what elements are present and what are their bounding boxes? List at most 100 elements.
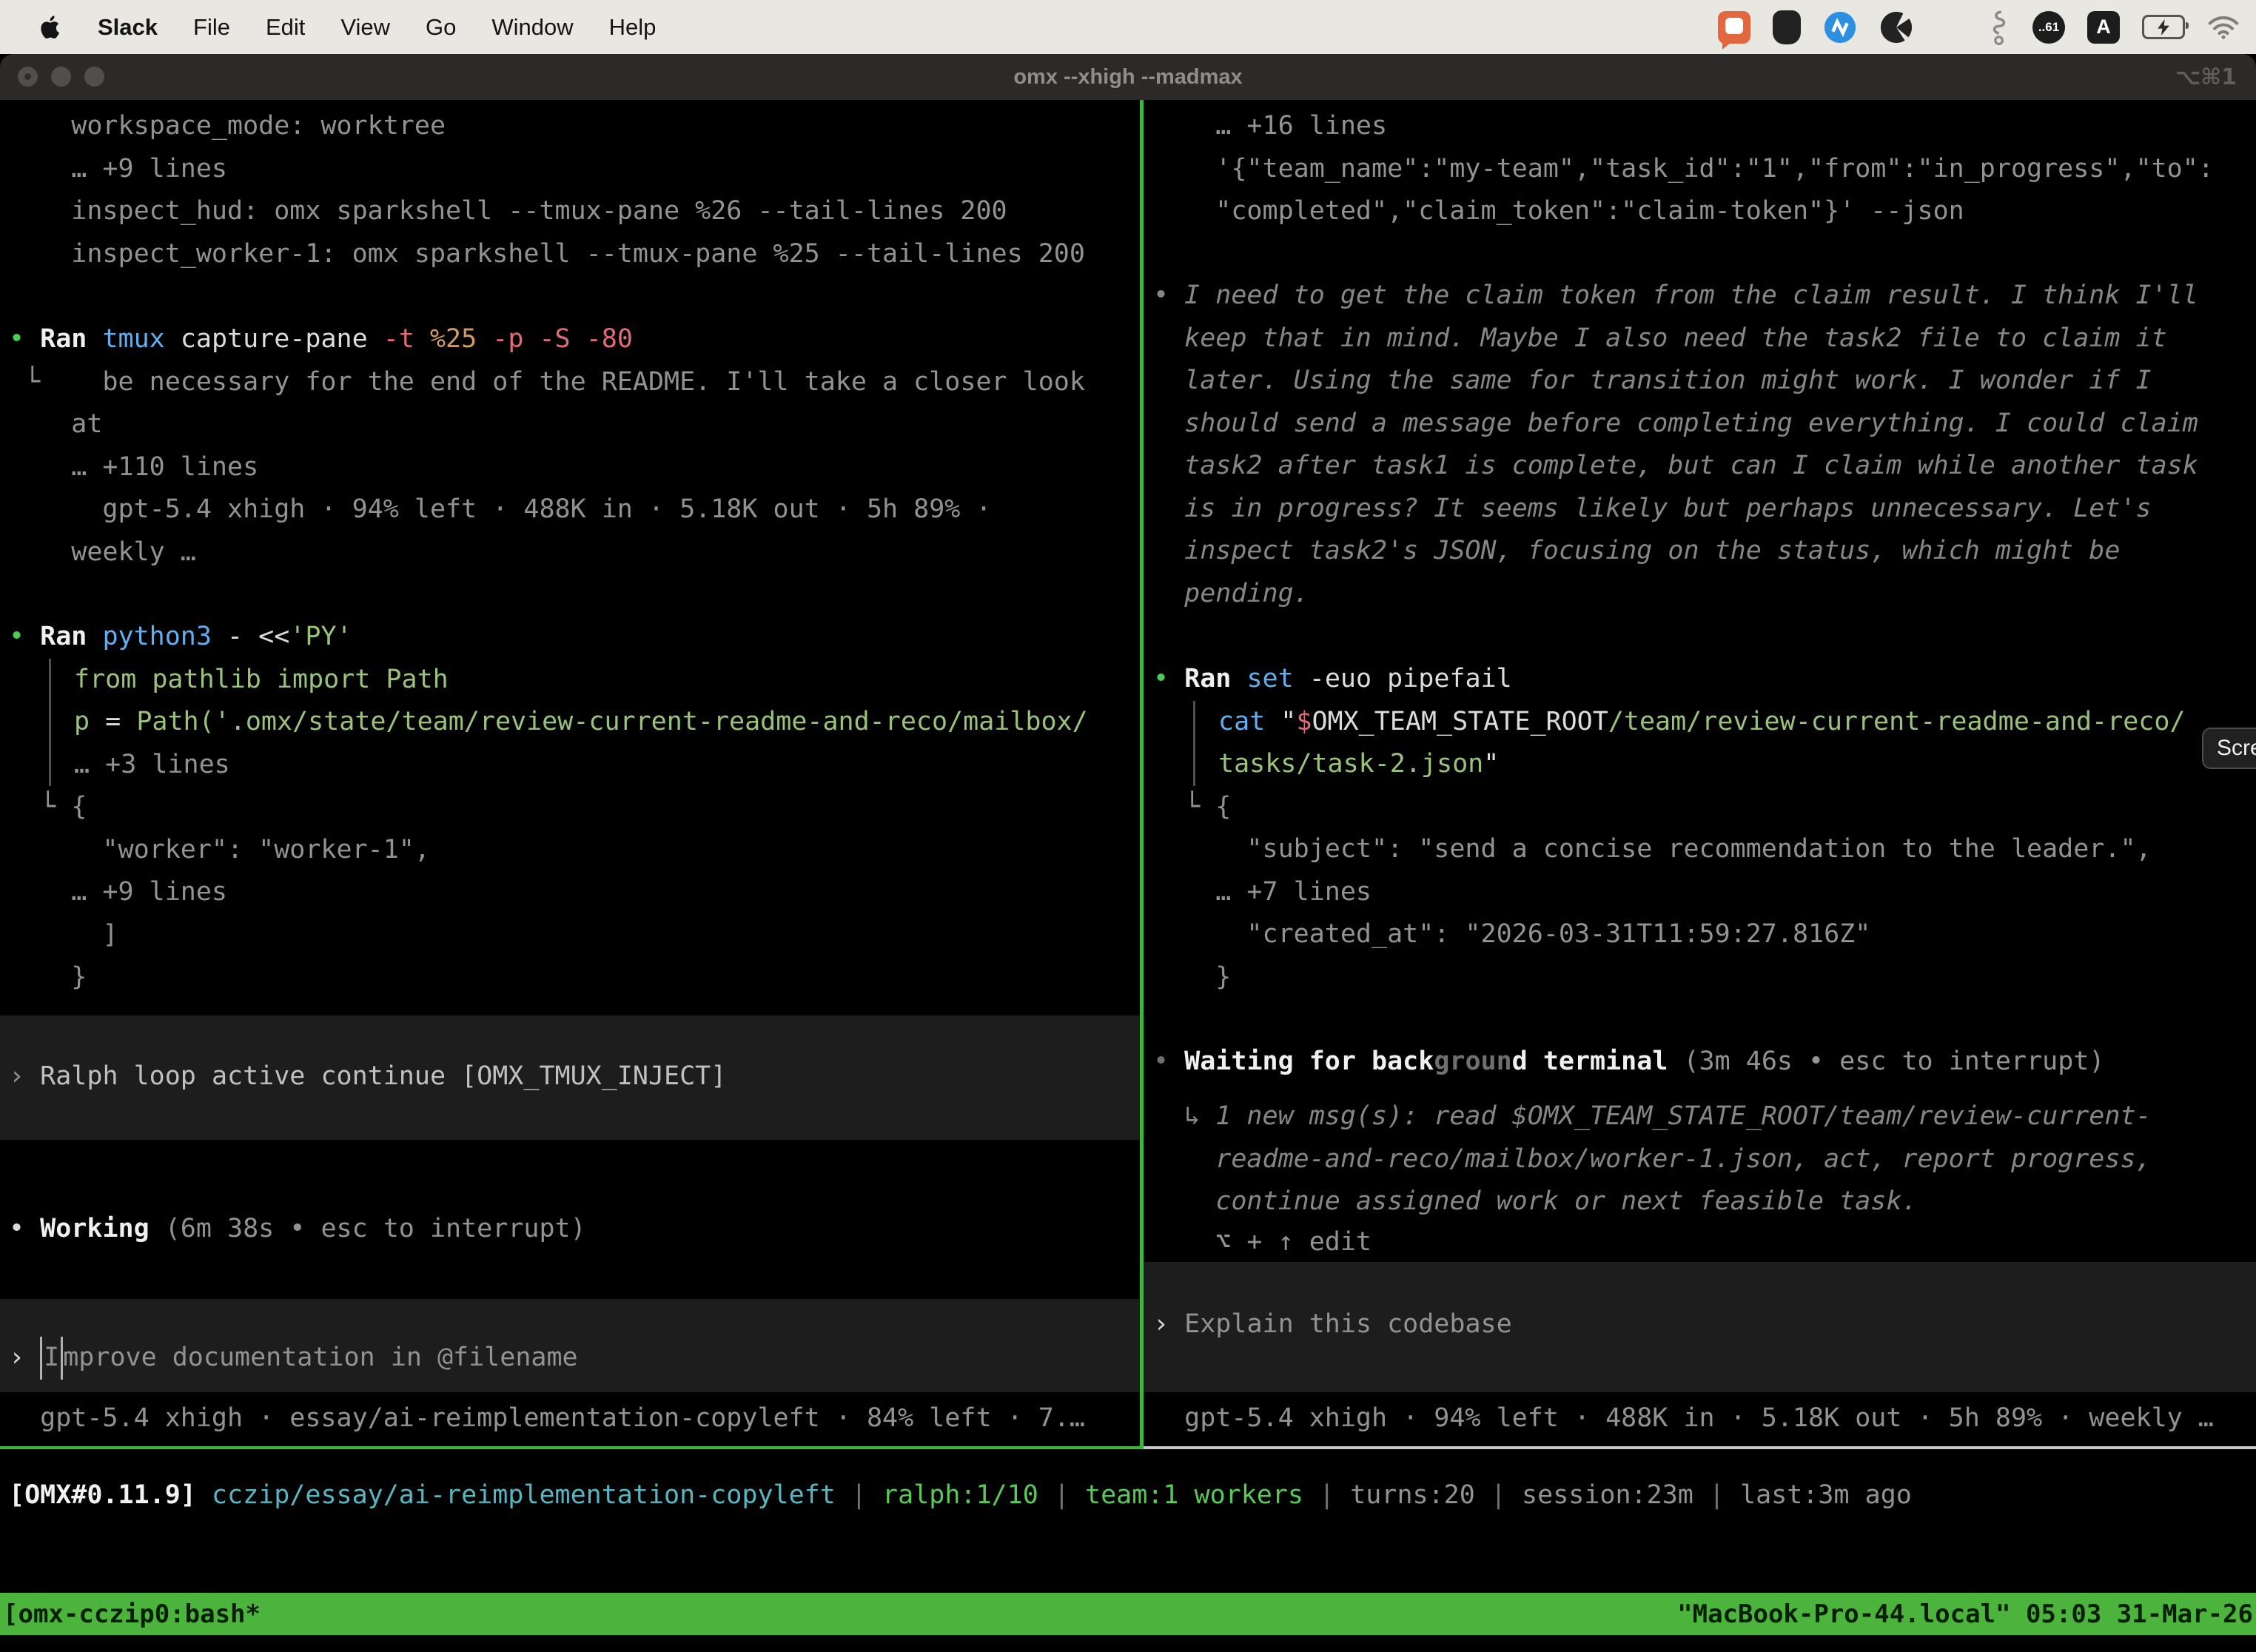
prompt-chevron: › [9,1343,40,1372]
thinking-line: task2 after task1 is complete, but can I… [1153,445,2255,488]
code-line: tasks/task-2.json" [1218,743,2255,786]
command-output: weekly … [9,531,1137,574]
prompt-chevron: › [1153,1309,1184,1339]
command-output: gpt-5.4 xhigh · 94% left · 488K in · 5.1… [9,488,1137,531]
code-line: from pathlib import Path [74,659,1137,702]
keypad-shield-icon[interactable] [1773,10,1801,44]
chat-app-icon[interactable] [1718,11,1750,44]
command-output: "subject": "send a concise recommendatio… [1153,828,2255,871]
menu-item-go[interactable]: Go [426,14,456,41]
mailbox-note-line: continue assigned work or next feasible … [1153,1181,2255,1223]
collapsed-lines-indicator: … +7 lines [1153,871,2255,914]
right-prompt[interactable]: › Explain this codebase [1153,1303,2255,1346]
menu-item-help[interactable]: Help [609,14,657,41]
ralph-loop-banner: › Ralph loop active continue [OMX_TMUX_I… [9,1055,1137,1098]
apple-menu-icon[interactable] [40,14,62,41]
waiting-status: • Waiting for background terminal (3m 46… [1153,1041,2255,1084]
collapsed-lines-indicator: … +9 lines [9,871,1137,914]
left-pane-log: workspace_mode: worktree … +9 lines insp… [9,105,1137,275]
badge-61-icon[interactable]: ..61 [2032,11,2065,44]
right-pane-status: gpt-5.4 xhigh · 94% left · 488K in · 5.1… [1153,1397,2255,1440]
command-output: └ be necessary for the end of the README… [9,361,1137,404]
left-pane-status: gpt-5.4 xhigh · essay/ai-reimplementatio… [9,1397,1137,1440]
output-line: "completed","claim_token":"claim-token"}… [1153,190,2255,233]
output-line: '{"team_name":"my-team","task_id":"1","f… [1153,148,2255,191]
edit-hint-text: ⌥ + ↑ edit [1153,1221,2255,1264]
thinking-line: inspect task2's JSON, focusing on the st… [1153,530,2255,573]
right-pane-log: … +16 lines '{"team_name":"my-team","tas… [1153,105,2255,233]
terminal: workspace_mode: worktree … +9 lines insp… [0,100,2256,1652]
output-line: inspect_worker-1: omx sparkshell --tmux-… [9,233,1137,276]
dots-grid-icon[interactable] [1936,13,1963,41]
window-title: omx --xhigh --madmax [0,54,2256,100]
command-output: "worker": "worker-1", [9,829,1137,872]
text-cursor[interactable]: I [40,1337,63,1380]
tmux-host-clock: "MacBook-Pro-44.local" 05:03 31-Mar-26 [1674,1599,2256,1629]
left-pane-bottom-border [0,1446,1140,1449]
working-status-text: • Working (6m 38s • esc to interrupt) [9,1208,1137,1251]
tmux-capture-command-block: • Ran tmux capture-pane -t %25 -p -S -80… [9,318,1137,574]
squiggle-icon[interactable] [1985,10,2010,45]
left-prompt[interactable]: › Improve documentation in @filename [9,1337,1137,1380]
waiting-status-text: • Waiting for background terminal (3m 46… [1153,1041,2255,1084]
thinking-line: • I need to get the claim token from the… [1153,275,2255,318]
cat-command-block: • Ran set -euo pipefail cat "$OMX_TEAM_S… [1153,658,2255,998]
output-corner-line: └ { [1153,786,2255,829]
output-line: workspace_mode: worktree [9,105,1137,148]
command-output: at [9,403,1137,446]
command-output: ] [9,914,1137,957]
zigzag-badge-icon[interactable] [1823,10,1857,44]
thinking-line: pending. [1153,573,2255,616]
command-output: "created_at": "2026-03-31T11:59:27.816Z" [1153,913,2255,956]
python-command-block: • Ran python3 - <<'PY' from pathlib impo… [9,616,1137,999]
command-line: • Ran tmux capture-pane -t %25 -p -S -80 [9,318,1137,361]
mailbox-note: ↳ 1 new msg(s): read $OMX_TEAM_STATE_ROO… [1153,1095,2255,1223]
battery-charging-icon[interactable] [2142,15,2185,39]
command-output: } [9,956,1137,999]
command-line: • Ran python3 - <<'PY' [9,616,1137,659]
thinking-line: is in progress? It seems likely but perh… [1153,488,2255,531]
menu-app-name[interactable]: Slack [98,14,158,41]
heredoc-code-block: from pathlib import Path p = Path('.omx/… [49,659,1137,787]
command-line: • Ran set -euo pipefail [1153,658,2255,701]
right-pane-bottom-border [1144,1446,2256,1449]
working-status: • Working (6m 38s • esc to interrupt) [9,1208,1137,1251]
omx-status-line: [OMX#0.11.9] cczip/essay/ai-reimplementa… [9,1474,1912,1517]
code-line: p = Path('.omx/state/team/review-current… [74,701,1137,744]
screen-tooltip: Scre [2202,728,2256,769]
menu-item-edit[interactable]: Edit [266,14,305,41]
menu-item-file[interactable]: File [193,14,230,41]
tmux-session-label: [omx-cczip0:bash* [0,1599,263,1629]
tmux-status-bar: [omx-cczip0:bash* "MacBook-Pro-44.local"… [0,1593,2256,1635]
prompt-placeholder[interactable]: Explain this codebase [1184,1309,1512,1339]
model-status-line: gpt-5.4 xhigh · 94% left · 488K in · 5.1… [1153,1397,2255,1440]
edit-hint: ⌥ + ↑ edit [1153,1221,2255,1264]
thinking-block: • I need to get the claim token from the… [1153,275,2255,615]
pane-divider[interactable] [1140,100,1144,1449]
thinking-line: should send a message before completing … [1153,403,2255,446]
collapsed-lines-indicator: … +3 lines [74,744,1137,787]
prompt-placeholder[interactable]: mprove documentation in @filename [63,1343,577,1372]
window-shortcut-badge: ⌥⌘1 [2175,54,2237,100]
code-line: cat "$OMX_TEAM_STATE_ROOT/team/review-cu… [1218,701,2255,744]
command-output: } [1153,956,2255,999]
disk-pie-icon[interactable] [1879,10,1913,44]
model-status-line: gpt-5.4 xhigh · essay/ai-reimplementatio… [9,1397,1137,1440]
thinking-line: later. Using the same for transition mig… [1153,360,2255,403]
shell-code-block: cat "$OMX_TEAM_STATE_ROOT/team/review-cu… [1193,701,2255,786]
wifi-icon[interactable] [2207,15,2240,40]
menu-item-window[interactable]: Window [491,14,573,41]
a-square-icon[interactable]: A [2087,11,2120,44]
window-title-bar: omx --xhigh --madmax ⌥⌘1 [0,54,2256,100]
output-line: inspect_hud: omx sparkshell --tmux-pane … [9,190,1137,233]
mailbox-note-line: ↳ 1 new msg(s): read $OMX_TEAM_STATE_ROO… [1153,1095,2255,1138]
collapsed-lines-indicator: … +9 lines [9,148,1137,191]
collapsed-lines-indicator: … +16 lines [1153,105,2255,148]
menu-bar: Slack File Edit View Go Window Help ..61… [0,0,2256,54]
collapsed-lines-indicator: … +110 lines [9,446,1137,489]
thinking-line: keep that in mind. Maybe I also need the… [1153,318,2255,360]
output-corner-line: └ { [9,786,1137,829]
menu-item-view[interactable]: View [340,14,390,41]
ralph-loop-banner-text: › Ralph loop active continue [OMX_TMUX_I… [9,1055,1137,1098]
mailbox-note-line: readme-and-reco/mailbox/worker-1.json, a… [1153,1138,2255,1181]
